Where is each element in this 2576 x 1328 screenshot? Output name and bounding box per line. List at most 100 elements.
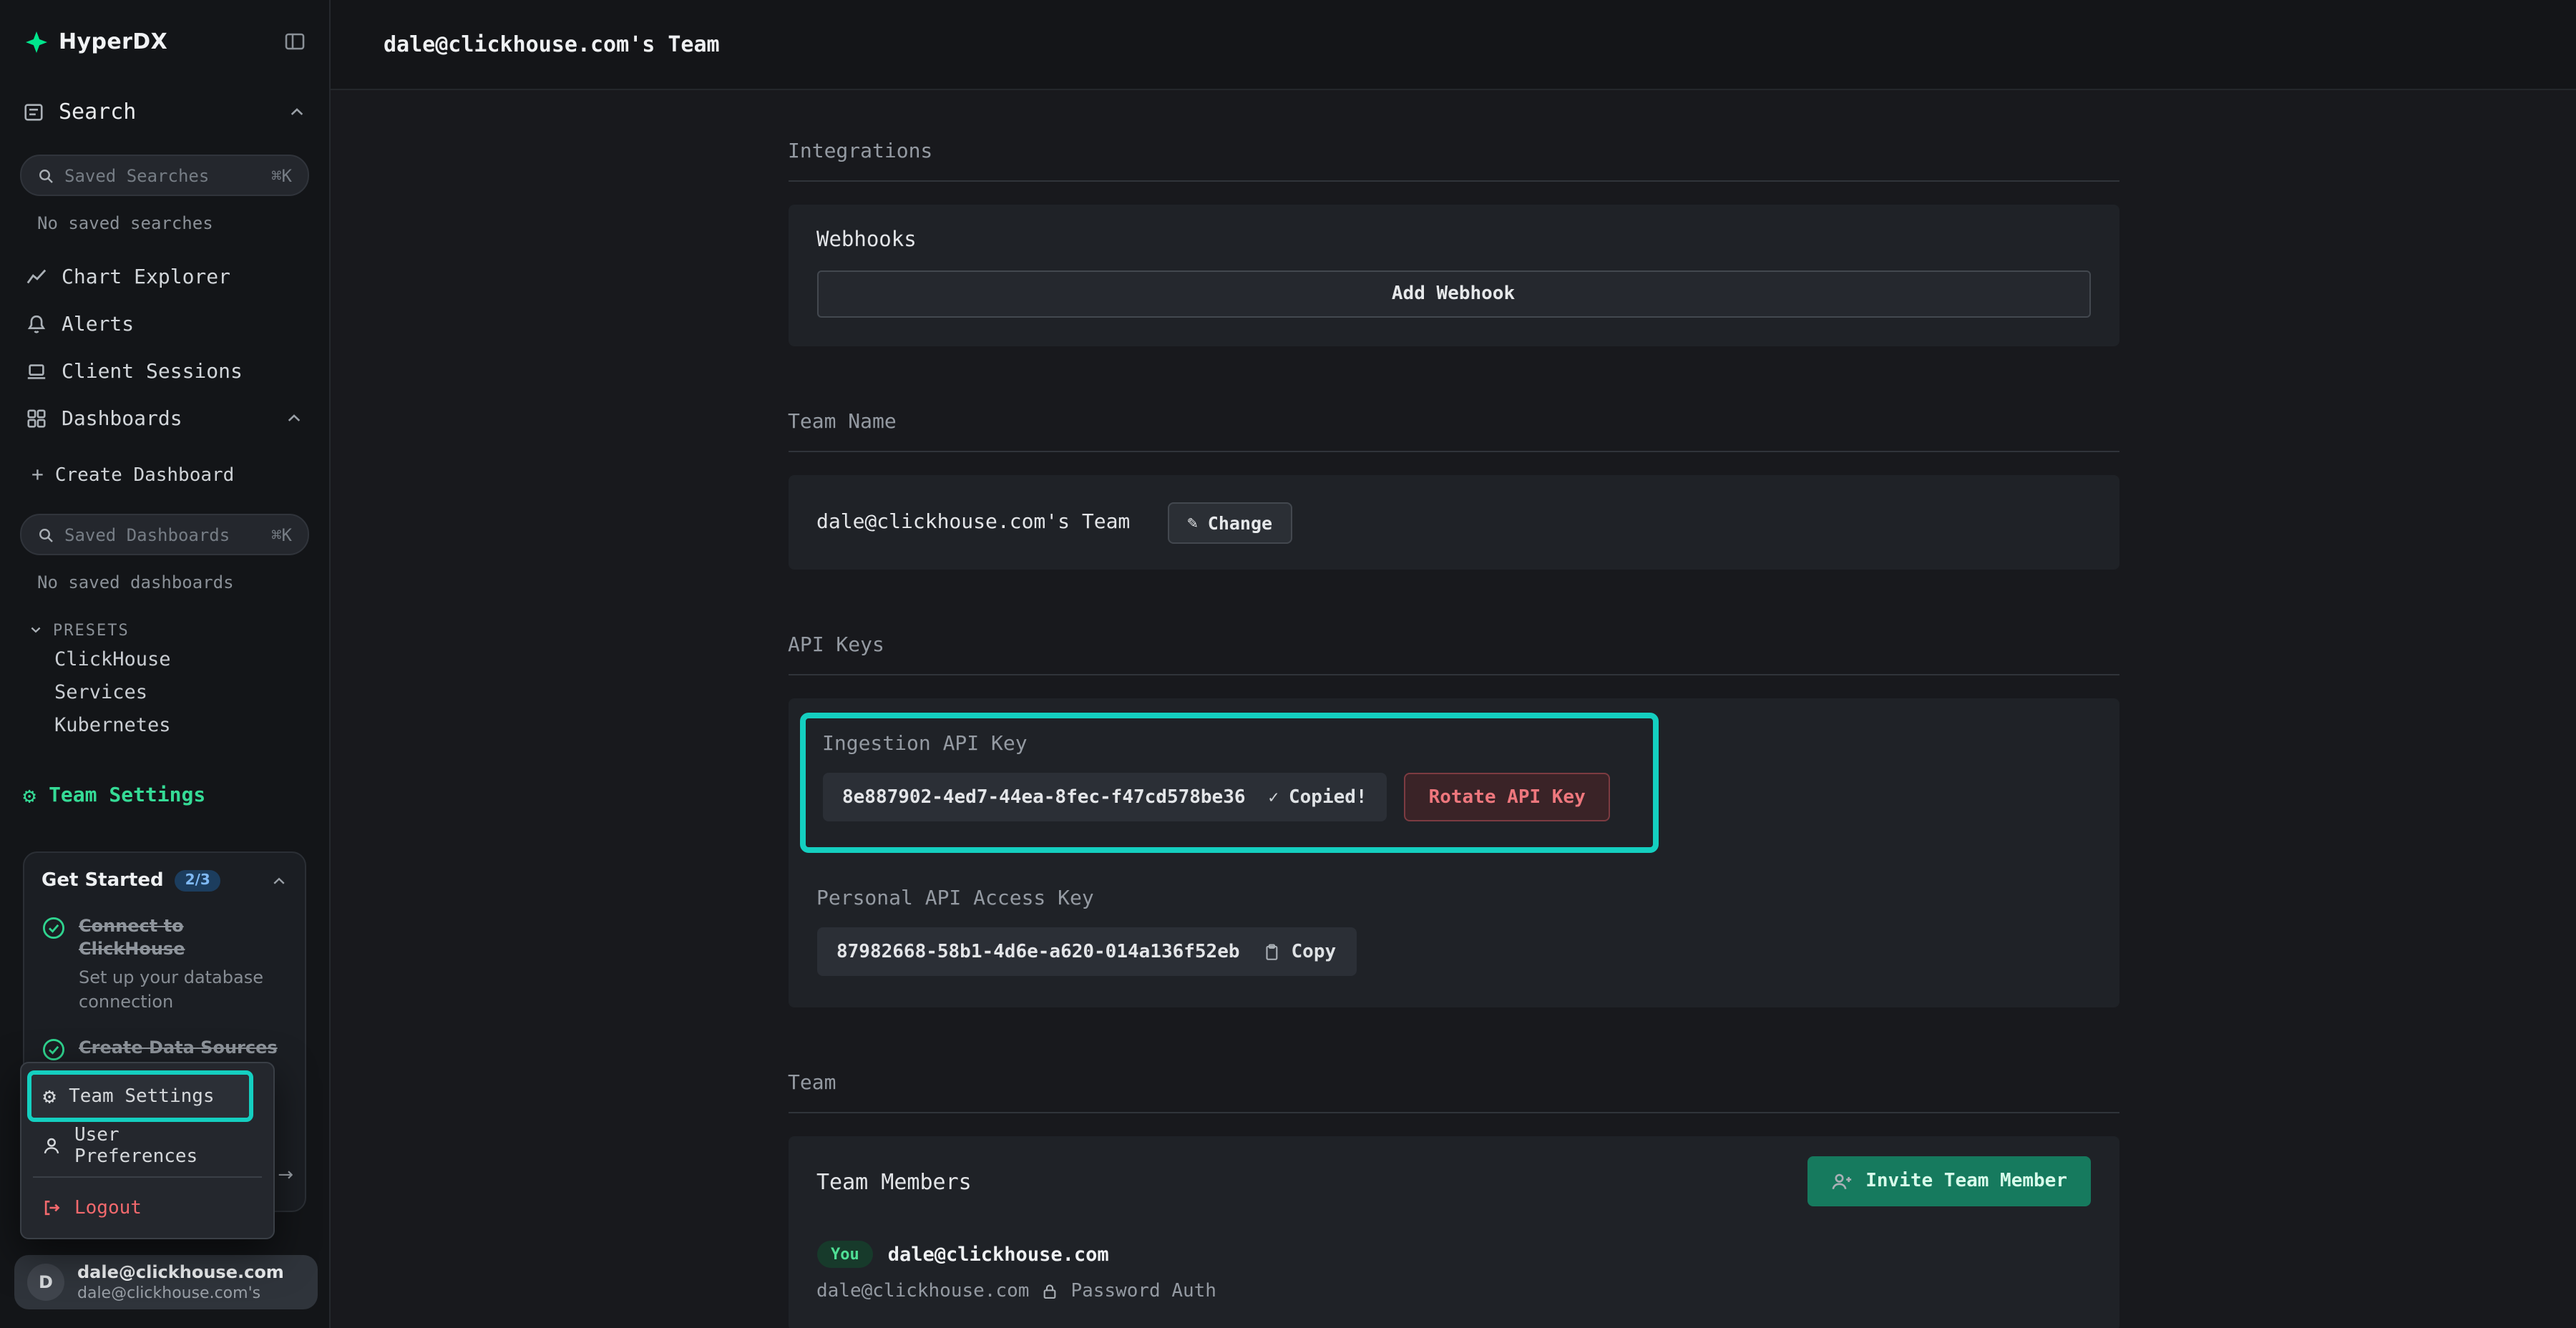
shortcut-badge: ⌘K	[271, 524, 292, 545]
create-dashboard-button[interactable]: + Create Dashboard	[0, 454, 329, 497]
user-icon	[42, 1136, 62, 1156]
check-circle-icon	[42, 916, 66, 940]
sidebar-item-team-settings[interactable]: ⚙ Team Settings	[0, 774, 329, 817]
api-keys-panel: Ingestion API Key 8e887902-4ed7-44ea-8fe…	[788, 698, 2119, 1007]
chevron-up-icon	[285, 409, 303, 428]
get-started-item-title: Connect to ClickHouse	[79, 914, 288, 961]
menu-item-logout[interactable]: Logout	[30, 1186, 265, 1229]
sidebar-nav: Chart Explorer Alerts Client Sessions Da…	[0, 253, 329, 442]
ingestion-api-key-label: Ingestion API Key	[822, 733, 1635, 756]
chevron-up-icon	[288, 102, 306, 121]
laptop-icon	[26, 361, 47, 382]
change-button-label: Change	[1208, 512, 1272, 533]
presets-label: PRESETS	[53, 620, 130, 639]
page-title: dale@clickhouse.com's Team	[384, 31, 720, 57]
search-section-icon	[23, 101, 44, 122]
menu-item-team-settings[interactable]: ⚙ Team Settings	[31, 1075, 249, 1118]
saved-dashboards-placeholder: Saved Dashboards	[64, 524, 230, 545]
preset-item-clickhouse[interactable]: ClickHouse	[0, 644, 329, 677]
plus-icon: +	[31, 464, 44, 487]
webhooks-title: Webhooks	[816, 229, 2090, 252]
ingestion-api-key-value: 8e887902-4ed7-44ea-8fec-f47cd578be36	[842, 786, 1246, 808]
search-section-label: Search	[59, 99, 136, 125]
sidebar-collapse-icon[interactable]	[283, 30, 306, 53]
get-started-title: Get Started	[42, 870, 164, 892]
personal-api-key-chip[interactable]: 87982668-58b1-4d6e-a620-014a136f52eb Cop…	[816, 927, 1356, 976]
no-saved-searches-text: No saved searches	[37, 213, 329, 233]
nav-label: Dashboards	[62, 407, 182, 430]
personal-api-key-value: 87982668-58b1-4d6e-a620-014a136f52eb	[836, 941, 1240, 962]
presets-toggle[interactable]: PRESETS	[29, 615, 329, 644]
team-settings-label: Team Settings	[49, 784, 205, 807]
team-name-panel: dale@clickhouse.com's Team ✎ Change	[788, 475, 2119, 570]
team-members-title: Team Members	[816, 1168, 972, 1194]
sidebar-item-alerts[interactable]: Alerts	[9, 301, 321, 348]
section-title-integrations: Integrations	[788, 140, 2119, 163]
user-chip-subtitle: dale@clickhouse.com's	[77, 1284, 284, 1302]
chevron-up-icon	[270, 872, 288, 889]
personal-api-key-row: 87982668-58b1-4d6e-a620-014a136f52eb Cop…	[816, 927, 2090, 976]
copy-action[interactable]: Copy	[1263, 941, 1337, 962]
preset-item-kubernetes[interactable]: Kubernetes	[0, 710, 329, 743]
annotation-box-ingestion-api-key: Ingestion API Key 8e887902-4ed7-44ea-8fe…	[799, 713, 1658, 853]
you-badge: You	[816, 1241, 874, 1268]
team-panel: Team Members Invite Team Member You dale…	[788, 1136, 2119, 1328]
hyperdx-logo-icon	[26, 31, 47, 52]
user-account-chip[interactable]: D dale@clickhouse.com dale@clickhouse.co…	[14, 1255, 318, 1309]
section-divider	[788, 1112, 2119, 1113]
logout-icon	[42, 1198, 62, 1218]
invite-team-member-button[interactable]: Invite Team Member	[1807, 1156, 2090, 1206]
get-started-item-title: Create Data Sources	[79, 1036, 278, 1059]
saved-searches-input[interactable]: Saved Searches ⌘K	[20, 155, 309, 196]
change-team-name-button[interactable]: ✎ Change	[1167, 502, 1292, 543]
create-dashboard-label: Create Dashboard	[55, 464, 234, 486]
user-menu-popup: ⚙ Team Settings User Preferences Logout	[20, 1062, 275, 1239]
clipboard-icon	[1263, 942, 1282, 961]
saved-searches-placeholder: Saved Searches	[64, 165, 209, 185]
ingestion-api-key-chip[interactable]: 8e887902-4ed7-44ea-8fec-f47cd578be36 ✓ C…	[822, 773, 1387, 821]
annotation-box-team-settings: ⚙ Team Settings	[27, 1070, 253, 1122]
sidebar-item-chart-explorer[interactable]: Chart Explorer	[9, 253, 321, 301]
nav-label: Alerts	[62, 313, 134, 336]
brand-name: HyperDX	[59, 29, 167, 54]
member-email: dale@clickhouse.com	[816, 1281, 1029, 1302]
hyperdx-app: HyperDX Search Saved Searches ⌘K No save…	[0, 0, 2576, 1328]
sidebar-item-client-sessions[interactable]: Client Sessions	[9, 348, 321, 395]
lock-icon	[1040, 1282, 1059, 1301]
arrow-right-icon: →	[278, 1165, 293, 1186]
no-saved-dashboards-text: No saved dashboards	[37, 572, 329, 592]
menu-divider	[33, 1176, 262, 1178]
grid-icon	[26, 408, 47, 429]
search-icon	[37, 167, 54, 184]
menu-item-user-preferences[interactable]: User Preferences	[30, 1125, 265, 1168]
member-name: dale@clickhouse.com	[888, 1243, 1109, 1266]
add-webhook-button[interactable]: Add Webhook	[816, 270, 2090, 318]
get-started-item-text: Connect to ClickHouse Set up your databa…	[79, 914, 288, 1013]
copied-label: Copied!	[1289, 786, 1367, 808]
get-started-item-subtitle: Set up your database connection	[79, 967, 288, 1013]
get-started-header[interactable]: Get Started 2/3	[42, 870, 288, 892]
team-member-details: dale@clickhouse.com Password Auth	[788, 1281, 2119, 1302]
get-started-item[interactable]: Connect to ClickHouse Set up your databa…	[42, 914, 288, 1013]
preset-item-services[interactable]: Services	[0, 677, 329, 710]
get-started-progress-badge: 2/3	[175, 870, 220, 892]
team-member-row: You dale@clickhouse.com	[788, 1241, 2119, 1268]
section-divider	[788, 180, 2119, 182]
member-auth-method: Password Auth	[1070, 1281, 1216, 1302]
team-members-header: Team Members Invite Team Member	[788, 1136, 2119, 1206]
copied-indicator: ✓ Copied!	[1269, 786, 1367, 808]
settings-content: Integrations Webhooks Add Webhook Team N…	[788, 90, 2119, 1328]
webhooks-panel: Webhooks Add Webhook	[788, 205, 2119, 346]
user-plus-icon	[1830, 1171, 1853, 1191]
saved-dashboards-input[interactable]: Saved Dashboards ⌘K	[20, 514, 309, 555]
nav-label: Client Sessions	[62, 360, 243, 383]
gear-icon: ⚙	[43, 1085, 56, 1107]
brand-row: HyperDX	[0, 0, 329, 54]
search-icon	[37, 526, 54, 543]
section-title-team-name: Team Name	[788, 411, 2119, 434]
check-icon: ✓	[1269, 787, 1279, 807]
rotate-api-key-button[interactable]: Rotate API Key	[1405, 773, 1610, 821]
user-chip-name: dale@clickhouse.com	[77, 1262, 284, 1282]
sidebar-section-search[interactable]: Search	[0, 92, 329, 132]
sidebar-item-dashboards[interactable]: Dashboards	[9, 395, 321, 442]
